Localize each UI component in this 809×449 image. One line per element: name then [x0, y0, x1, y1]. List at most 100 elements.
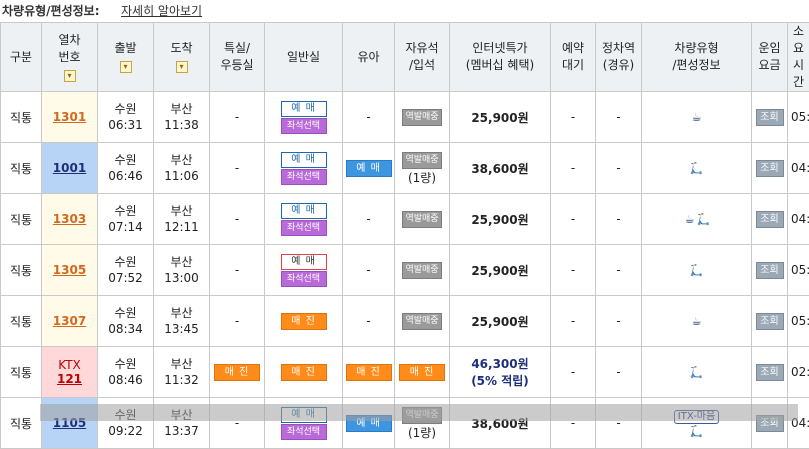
- departure-cell: 수원06:31: [98, 92, 154, 143]
- coffee-icon: ☕: [683, 214, 697, 226]
- train-number-link[interactable]: 1301: [53, 110, 86, 124]
- stops-cell: -: [596, 194, 642, 245]
- dash: -: [235, 314, 239, 328]
- train-number-link[interactable]: 1307: [53, 314, 86, 328]
- col-internet-price-header: 인터넷특가(멤버십 혜택): [450, 23, 551, 92]
- arrival-time: 13:45: [154, 321, 209, 337]
- train-type-cell: 직통: [1, 194, 42, 245]
- price-value: 25,900원: [450, 262, 550, 279]
- free-seat-cell: 역발매중(1량): [395, 143, 450, 194]
- col-wait-header-line: 예약: [551, 40, 595, 57]
- departure-station: 수원: [98, 356, 153, 372]
- arrival-time: 12:11: [154, 219, 209, 235]
- reservation-wait-cell: -: [551, 92, 596, 143]
- infant-book-button[interactable]: 예 매: [346, 160, 392, 177]
- stops-cell: -: [596, 296, 642, 347]
- station-sale-badge: 역발매중: [402, 262, 441, 279]
- train-type-cell: 직통: [1, 398, 42, 449]
- train-number-cell: 1307: [42, 296, 98, 347]
- sort-select-icon[interactable]: ▾: [120, 61, 132, 73]
- price-value: 25,900원: [450, 211, 550, 228]
- station-sale-badge: 역발매중: [402, 211, 441, 228]
- free-seat-note: (1량): [395, 169, 449, 186]
- fare-cell: 조회: [752, 296, 788, 347]
- internet-price-cell: 25,900원: [450, 245, 551, 296]
- sort-select-icon[interactable]: ▾: [64, 70, 76, 82]
- fare-inquiry-button[interactable]: 조회: [756, 364, 784, 381]
- price-reward-note: (5% 적립): [450, 372, 550, 389]
- book-button[interactable]: 예 매: [281, 101, 327, 117]
- train-type-cell: 직통: [1, 245, 42, 296]
- col-departure-header-line: 출발: [98, 40, 153, 57]
- departure-time: 07:52: [98, 270, 153, 286]
- train-prefix: KTX: [42, 358, 97, 372]
- bicycle-icon: 🛴: [690, 265, 704, 277]
- internet-price-cell: 38,600원: [450, 143, 551, 194]
- fare-inquiry-button[interactable]: 조회: [756, 313, 784, 330]
- train-number-link[interactable]: 1305: [53, 263, 86, 277]
- duration-cell: 05:11: [788, 296, 809, 347]
- reservation-wait-cell: -: [551, 347, 596, 398]
- col-fare-header-line: 요금: [752, 57, 787, 74]
- fare-inquiry-button[interactable]: 조회: [756, 109, 784, 126]
- stops-cell: -: [596, 245, 642, 296]
- infant-cell: 예 매: [343, 143, 395, 194]
- col-fare-header: 운임요금: [752, 23, 788, 92]
- arrival-cell: 부산13:00: [154, 245, 210, 296]
- seat-select-button[interactable]: 좌석선택: [281, 118, 327, 134]
- table-row: 직통 1305 수원07:52부산13:00 - 예 매좌석선택 - 역발매중 25,900원…: [1, 245, 809, 296]
- col-free-seat-header-line: /입석: [395, 57, 449, 74]
- dash: -: [366, 263, 370, 277]
- fare-cell: 조회: [752, 92, 788, 143]
- general-class-cell: 예 매좌석선택: [265, 194, 343, 245]
- detail-link[interactable]: 자세히 알아보기: [121, 2, 202, 19]
- internet-price-cell: 25,900원: [450, 194, 551, 245]
- stops-cell: -: [596, 143, 642, 194]
- fare-inquiry-button[interactable]: 조회: [756, 211, 784, 228]
- dash: -: [235, 263, 239, 277]
- price-value: 25,900원: [450, 313, 550, 330]
- free-seat-cell: 역발매중: [395, 194, 450, 245]
- table-header-row: 구분열차번호▾출발▾도착▾특실/우등실일반실유아자유석/입석인터넷특가(멤버십 …: [1, 23, 809, 92]
- duration-cell: 02:46: [788, 347, 809, 398]
- arrival-station: 부산: [154, 356, 209, 372]
- vehicle-type-cell: ☕: [642, 92, 752, 143]
- arrival-cell: 부산11:06: [154, 143, 210, 194]
- departure-station: 수원: [98, 254, 153, 270]
- col-wait-header: 예약대기: [551, 23, 596, 92]
- seat-select-button[interactable]: 좌석선택: [281, 220, 327, 236]
- col-special-header-line: 우등실: [210, 57, 264, 74]
- price-value: 38,600원: [450, 160, 550, 177]
- general-class-cell: 예 매좌석선택: [265, 245, 343, 296]
- book-button[interactable]: 예 매: [281, 203, 327, 219]
- dash: -: [366, 110, 370, 124]
- seat-select-button[interactable]: 좌석선택: [281, 271, 327, 287]
- col-wait-header-line: 대기: [551, 57, 595, 74]
- book-button[interactable]: 예 매: [281, 254, 327, 270]
- col-stops-header-line: 정차역: [596, 40, 641, 57]
- table-row: 직통1301수원06:31부산11:38-예 매좌석선택-역발매중25,900원…: [1, 92, 809, 143]
- seat-select-button[interactable]: 좌석선택: [281, 424, 327, 440]
- fare-inquiry-button[interactable]: 조회: [756, 160, 784, 177]
- vehicle-type-cell: 🛴: [642, 143, 752, 194]
- train-number-link[interactable]: 121: [57, 372, 82, 386]
- col-vehicle-header: 차량유형/편성정보: [642, 23, 752, 92]
- fare-inquiry-button[interactable]: 조회: [756, 262, 784, 279]
- dash: -: [366, 212, 370, 226]
- dash: -: [366, 314, 370, 328]
- bicycle-icon: 🛴: [690, 426, 704, 438]
- internet-price-cell: 46,300원(5% 적립): [450, 347, 551, 398]
- fare-cell: 조회: [752, 143, 788, 194]
- dash: -: [235, 110, 239, 124]
- sold-out-badge: 매 진: [346, 364, 392, 381]
- free-seat-cell: 매 진: [395, 347, 450, 398]
- col-stops-header: 정차역(경유): [596, 23, 642, 92]
- col-type-header: 구분: [1, 23, 42, 92]
- col-duration-header: 소요시간: [788, 23, 809, 92]
- seat-select-button[interactable]: 좌석선택: [281, 169, 327, 185]
- book-button[interactable]: 예 매: [281, 152, 327, 168]
- train-number-link[interactable]: 1001: [53, 161, 86, 175]
- train-number-link[interactable]: 1303: [53, 212, 86, 226]
- price-value: 46,300원: [450, 355, 550, 372]
- sort-select-icon[interactable]: ▾: [176, 61, 188, 73]
